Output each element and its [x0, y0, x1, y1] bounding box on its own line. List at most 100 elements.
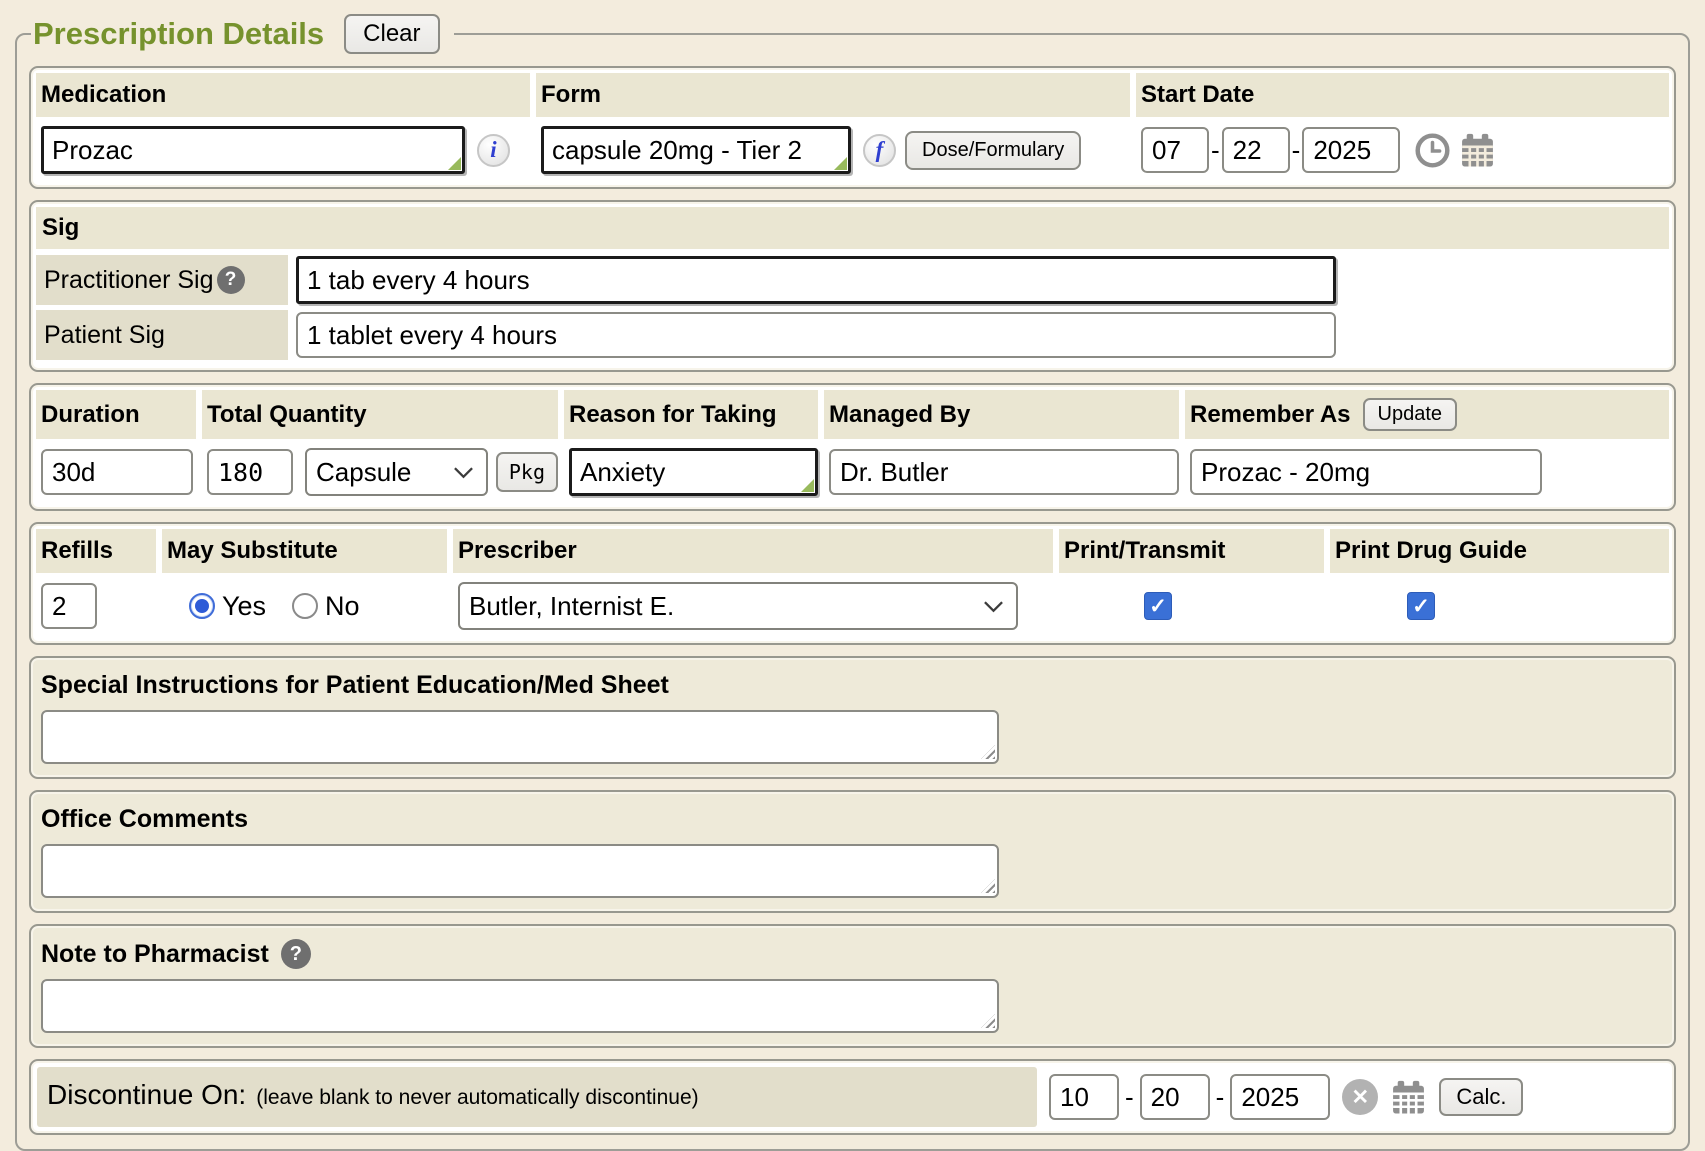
form-cell: f Dose/Formulary	[536, 126, 1130, 174]
start-date-cell: - -	[1136, 127, 1669, 173]
discontinue-month-input[interactable]	[1049, 1074, 1119, 1120]
drug-info-icon[interactable]: i	[477, 134, 510, 167]
prescriber-value: Butler, Internist E.	[469, 591, 674, 622]
medication-input[interactable]	[44, 129, 462, 171]
reason-input[interactable]	[572, 451, 815, 493]
remember-as-cell	[1185, 449, 1669, 495]
note-to-pharmacist-label: Note to Pharmacist	[41, 940, 269, 969]
total-quantity-label: Total Quantity	[207, 401, 367, 429]
refills-input[interactable]	[41, 583, 97, 629]
print-drug-guide-header: Print Drug Guide	[1330, 529, 1669, 573]
calc-button[interactable]: Calc.	[1439, 1078, 1523, 1116]
total-quantity-header: Total Quantity	[202, 390, 558, 439]
prescriber-select[interactable]: Butler, Internist E.	[458, 582, 1018, 630]
special-instructions-textarea[interactable]	[41, 710, 999, 764]
discontinue-label-cell: Discontinue On: (leave blank to never au…	[37, 1067, 1037, 1127]
clock-icon[interactable]	[1414, 132, 1451, 169]
date-separator: -	[1211, 135, 1220, 166]
close-icon: ✕	[1352, 1085, 1370, 1110]
details-panel-body: Capsule Pkg	[36, 439, 1669, 504]
clear-date-icon[interactable]: ✕	[1342, 1079, 1378, 1115]
quantity-unit-select[interactable]: Capsule	[305, 448, 488, 496]
date-separator: -	[1125, 1082, 1134, 1113]
note-to-pharmacist-help-icon[interactable]: ?	[281, 939, 311, 969]
no-radio-label[interactable]: No	[325, 591, 360, 622]
form-header: Form	[536, 73, 1130, 117]
discontinue-label: Discontinue On:	[47, 1079, 246, 1111]
special-instructions-label: Special Instructions for Patient Educati…	[41, 671, 669, 700]
start-date-year-input[interactable]	[1302, 127, 1400, 173]
refills-panel-body: Yes No Butler, Internist E. ✓ ✓	[36, 573, 1669, 638]
practitioner-sig-input[interactable]	[299, 259, 1333, 301]
reason-label: Reason for Taking	[569, 401, 777, 429]
print-drug-guide-cell: ✓	[1330, 592, 1669, 620]
discontinue-row: Discontinue On: (leave blank to never au…	[36, 1066, 1669, 1128]
start-date-header: Start Date	[1136, 73, 1669, 117]
prescriber-header: Prescriber	[453, 529, 1053, 573]
remember-as-label: Remember As	[1190, 401, 1351, 429]
managed-by-input[interactable]	[829, 449, 1179, 495]
quantity-unit-value: Capsule	[316, 457, 411, 488]
patient-sig-label: Patient Sig	[44, 321, 165, 350]
total-quantity-input[interactable]	[207, 449, 293, 495]
special-instructions-textarea-wrap	[41, 710, 999, 764]
may-substitute-yes-radio[interactable]	[189, 593, 215, 619]
details-panel: Duration Total Quantity Reason for Takin…	[29, 383, 1676, 511]
prescriber-label: Prescriber	[458, 537, 577, 565]
print-transmit-header: Print/Transmit	[1059, 529, 1324, 573]
duration-input[interactable]	[41, 449, 193, 495]
page-title: Prescription Details	[33, 16, 324, 52]
medication-panel-headers: Medication Form Start Date	[36, 73, 1669, 117]
duration-header: Duration	[36, 390, 196, 439]
refills-header: Refills	[36, 529, 156, 573]
form-input[interactable]	[544, 129, 848, 171]
medication-panel-body: i f Dose/Formulary - -	[36, 117, 1669, 182]
reason-cell	[564, 448, 818, 496]
discontinue-year-input[interactable]	[1230, 1074, 1330, 1120]
office-comments-textarea[interactable]	[41, 844, 999, 898]
print-drug-guide-label: Print Drug Guide	[1335, 537, 1527, 565]
note-to-pharmacist-textarea[interactable]	[41, 979, 999, 1033]
calendar-icon[interactable]	[1459, 132, 1496, 169]
date-separator: -	[1292, 135, 1301, 166]
practitioner-sig-input-wrap	[296, 256, 1336, 304]
form-label: Form	[541, 81, 601, 109]
pkg-button[interactable]: Pkg	[496, 452, 558, 492]
radio-dot-icon	[195, 599, 209, 613]
office-comments-header: Office Comments	[36, 797, 1669, 842]
practitioner-sig-help-icon[interactable]: ?	[217, 266, 245, 294]
note-to-pharmacist-panel: Note to Pharmacist ?	[29, 924, 1676, 1048]
start-date-month-input[interactable]	[1141, 127, 1209, 173]
formulary-icon[interactable]: f	[863, 134, 896, 167]
discontinue-day-input[interactable]	[1140, 1074, 1210, 1120]
clear-button[interactable]: Clear	[344, 14, 439, 54]
update-button[interactable]: Update	[1363, 398, 1458, 431]
fieldset-legend: Prescription Details Clear	[31, 14, 454, 54]
refills-label: Refills	[41, 537, 113, 565]
special-instructions-panel: Special Instructions for Patient Educati…	[29, 656, 1676, 779]
practitioner-sig-label: Practitioner Sig	[44, 266, 214, 295]
calendar-icon[interactable]	[1390, 1079, 1427, 1116]
start-date-day-input[interactable]	[1222, 127, 1290, 173]
sig-header: Sig	[36, 207, 1669, 249]
patient-sig-label-cell: Patient Sig	[36, 310, 288, 360]
print-transmit-label: Print/Transmit	[1064, 537, 1225, 565]
patient-sig-row: Patient Sig	[36, 310, 1669, 360]
chevron-down-icon	[983, 600, 1004, 613]
print-transmit-checkbox[interactable]: ✓	[1144, 592, 1172, 620]
duration-label: Duration	[41, 401, 140, 429]
yes-radio-label[interactable]: Yes	[222, 591, 266, 622]
form-input-wrap	[541, 126, 851, 174]
dose-formulary-button[interactable]: Dose/Formulary	[905, 131, 1081, 170]
start-date-label: Start Date	[1141, 81, 1254, 109]
note-to-pharmacist-header: Note to Pharmacist ?	[36, 931, 1669, 977]
office-comments-label: Office Comments	[41, 805, 248, 834]
print-drug-guide-checkbox[interactable]: ✓	[1407, 592, 1435, 620]
remember-as-input[interactable]	[1190, 449, 1542, 495]
may-substitute-no-radio[interactable]	[292, 593, 318, 619]
discontinue-panel: Discontinue On: (leave blank to never au…	[29, 1059, 1676, 1135]
managed-by-label: Managed By	[829, 401, 970, 429]
medication-header: Medication	[36, 73, 530, 117]
patient-sig-input[interactable]	[296, 312, 1336, 358]
check-icon: ✓	[1412, 594, 1430, 619]
